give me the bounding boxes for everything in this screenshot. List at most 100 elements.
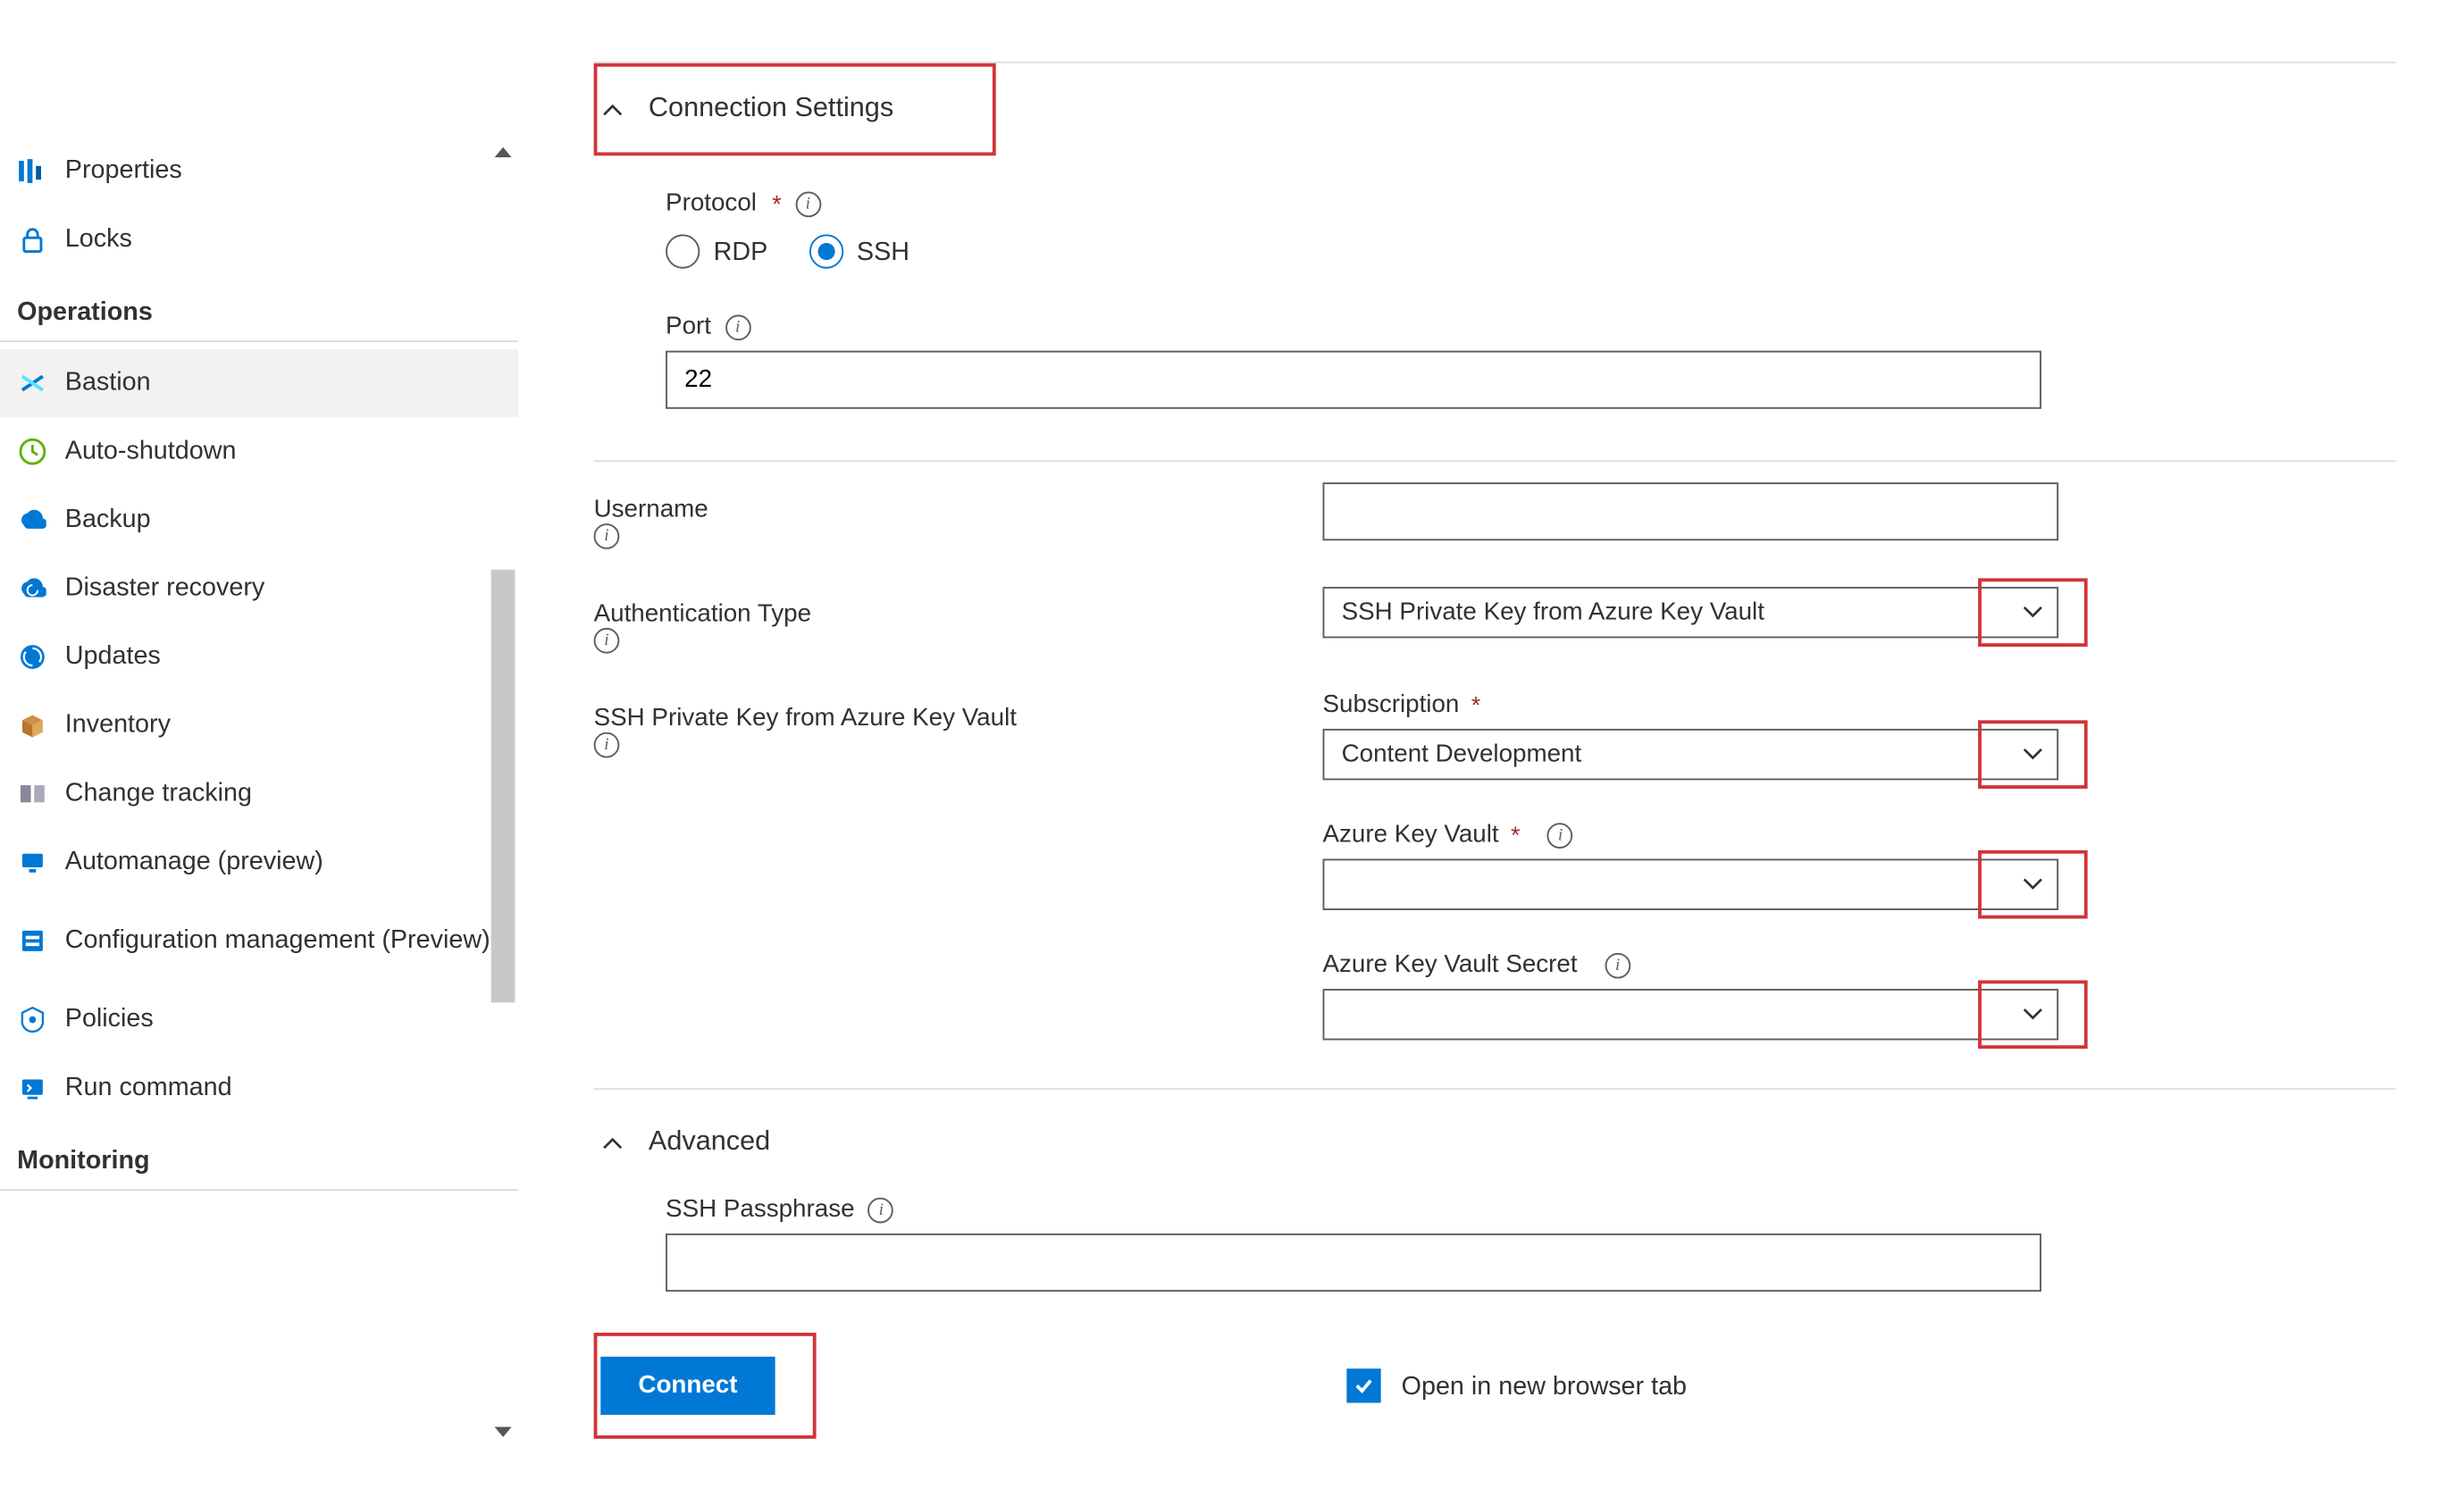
protocol-radio-group: RDP SSH xyxy=(666,228,2395,299)
chevron-down-icon xyxy=(1978,850,2088,919)
port-label: Port i xyxy=(666,299,2395,350)
sidebar-group-monitoring: Monitoring xyxy=(0,1122,518,1189)
divider xyxy=(594,460,2396,462)
akv-secret-select[interactable] xyxy=(1323,989,2059,1040)
clock-icon xyxy=(17,436,47,466)
config-icon xyxy=(17,925,47,956)
sidebar-item-label: Backup xyxy=(65,504,501,536)
info-icon[interactable]: i xyxy=(1605,952,1630,978)
sidebar-item-disaster-recovery[interactable]: Disaster recovery xyxy=(0,555,518,623)
section-title: Advanced xyxy=(649,1127,770,1158)
sidebar-item-label: Change tracking xyxy=(65,778,501,810)
info-icon[interactable]: i xyxy=(795,191,821,217)
connect-button[interactable]: Connect xyxy=(600,1357,775,1415)
sidebar-item-label: Run command xyxy=(65,1072,501,1104)
required-indicator: * xyxy=(1511,821,1520,849)
info-icon[interactable]: i xyxy=(594,732,620,758)
sidebar-item-locks[interactable]: Locks xyxy=(0,205,518,274)
sidebar-item-label: Properties xyxy=(65,155,501,188)
sidebar-item-config-mgmt[interactable]: Configuration management (Preview) xyxy=(0,897,518,986)
authtype-label: Authentication Type i xyxy=(594,587,1323,654)
scrollbar[interactable] xyxy=(491,171,515,1414)
connect-button-wrapper: Connect xyxy=(594,1333,817,1439)
divider xyxy=(594,1088,2396,1090)
bastion-icon xyxy=(17,368,47,398)
sidebar-item-label: Policies xyxy=(65,1004,501,1036)
sidebar-item-automanage[interactable]: Automanage (preview) xyxy=(0,828,518,897)
subscription-label: Subscription* xyxy=(1323,691,2396,729)
sidebar-item-label: Auto-shutdown xyxy=(65,436,501,468)
radio-rdp[interactable]: RDP xyxy=(666,234,767,268)
sidebar-item-label: Inventory xyxy=(65,709,501,741)
sidebar-item-updates[interactable]: Updates xyxy=(0,623,518,691)
properties-icon xyxy=(17,155,47,186)
scroll-down-icon[interactable] xyxy=(491,1420,515,1444)
info-icon[interactable]: i xyxy=(1547,822,1573,848)
sidebar-item-label: Updates xyxy=(65,641,501,673)
username-label: Username i xyxy=(594,482,1323,549)
info-icon[interactable]: i xyxy=(594,628,620,654)
automanage-icon xyxy=(17,847,47,877)
radio-indicator xyxy=(809,234,842,268)
required-indicator: * xyxy=(1471,691,1480,719)
chevron-down-icon xyxy=(1978,720,2088,789)
radio-label: SSH xyxy=(857,237,909,266)
sidebar-item-label: Automanage (preview) xyxy=(65,846,501,878)
lock-icon xyxy=(17,224,47,255)
authtype-select[interactable]: SSH Private Key from Azure Key Vault xyxy=(1323,587,2059,638)
divider xyxy=(0,1189,518,1191)
select-value: Content Development xyxy=(1342,740,1582,768)
scroll-up-icon[interactable] xyxy=(491,140,515,164)
inventory-icon xyxy=(17,710,47,740)
sidebar-item-change-tracking[interactable]: Change tracking xyxy=(0,759,518,828)
open-new-tab-checkbox[interactable]: Open in new browser tab xyxy=(1346,1368,1687,1402)
updates-icon xyxy=(17,641,47,672)
chevron-up-icon xyxy=(600,101,624,118)
ssh-passphrase-input[interactable] xyxy=(666,1234,2041,1292)
ssh-passphrase-label: SSH Passphrase i xyxy=(666,1182,2395,1233)
sidebar-item-auto-shutdown[interactable]: Auto-shutdown xyxy=(0,417,518,486)
chevron-down-icon xyxy=(1978,578,2088,647)
sidebar-item-label: Bastion xyxy=(65,367,501,399)
subscription-select[interactable]: Content Development xyxy=(1323,729,2059,780)
username-input[interactable] xyxy=(1323,482,2059,540)
chevron-down-icon xyxy=(1978,980,2088,1049)
port-input[interactable] xyxy=(666,351,2041,409)
sidebar-group-operations: Operations xyxy=(0,273,518,340)
checkbox-indicator xyxy=(1346,1368,1380,1402)
sidebar-item-bastion[interactable]: Bastion xyxy=(0,349,518,418)
checkbox-label: Open in new browser tab xyxy=(1402,1371,1687,1401)
sidebar-item-properties[interactable]: Properties xyxy=(0,137,518,205)
content: Connection Settings Protocol * i RDP SSH xyxy=(518,0,2464,1454)
radio-ssh[interactable]: SSH xyxy=(809,234,909,268)
sidebar-item-label: Configuration management (Preview) xyxy=(65,924,501,957)
backup-icon xyxy=(17,505,47,535)
recovery-icon xyxy=(17,573,47,604)
section-title: Connection Settings xyxy=(649,94,893,124)
sidebar-item-label: Disaster recovery xyxy=(65,573,501,605)
chevron-up-icon xyxy=(600,1134,624,1151)
sidebar-item-policies[interactable]: Policies xyxy=(0,985,518,1054)
radio-indicator xyxy=(666,234,700,268)
sidebar-item-run-command[interactable]: Run command xyxy=(0,1054,518,1123)
info-icon[interactable]: i xyxy=(725,314,750,339)
akv-secret-label: Azure Key Vault Secret i xyxy=(1323,951,2396,989)
required-indicator: * xyxy=(772,190,781,218)
akv-select[interactable] xyxy=(1323,858,2059,909)
runcmd-icon xyxy=(17,1073,47,1103)
protocol-label: Protocol * i xyxy=(666,176,2395,227)
info-icon[interactable]: i xyxy=(868,1197,894,1223)
section-connection-settings-header[interactable]: Connection Settings xyxy=(594,63,996,155)
change-icon xyxy=(17,778,47,808)
info-icon[interactable]: i xyxy=(594,523,620,549)
select-value: SSH Private Key from Azure Key Vault xyxy=(1342,598,1764,626)
sidebar-item-backup[interactable]: Backup xyxy=(0,486,518,555)
section-advanced-header[interactable]: Advanced xyxy=(594,1097,2396,1189)
sidebar-item-inventory[interactable]: Inventory xyxy=(0,691,518,760)
divider xyxy=(0,340,518,342)
sidebar: Properties Locks Operations Bastion Auto… xyxy=(0,0,518,1454)
sidebar-item-label: Locks xyxy=(65,223,501,255)
scrollbar-thumb[interactable] xyxy=(491,570,515,1003)
policies-icon xyxy=(17,1004,47,1034)
sshkey-label: SSH Private Key from Azure Key Vault i xyxy=(594,691,1323,1058)
